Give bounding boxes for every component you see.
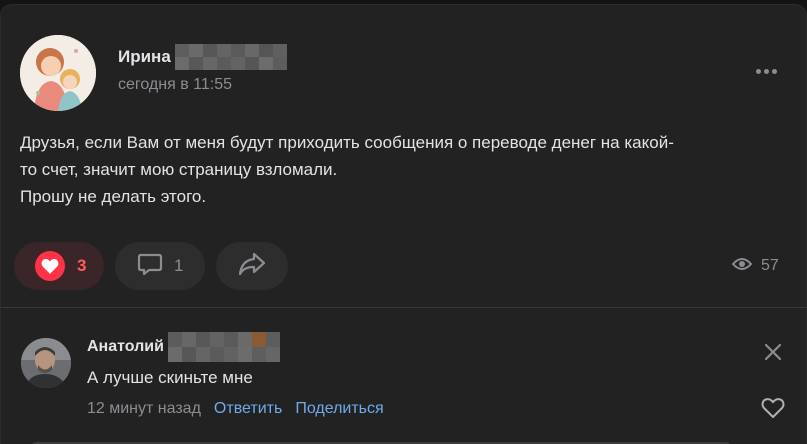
heart-outline-icon[interactable]	[761, 397, 785, 421]
author-avatar[interactable]	[20, 35, 96, 111]
redacted-surname	[167, 332, 280, 362]
reply-link[interactable]: Ответить	[214, 400, 282, 418]
commenter-name[interactable]: Анатолий	[87, 338, 164, 356]
author-name-row: Ирина	[118, 43, 287, 71]
comment-text: А лучше скиньте мне	[87, 368, 253, 387]
post-text: Друзья, если Вам от меня будут приходить…	[20, 133, 674, 206]
comment-button[interactable]: 1	[115, 242, 205, 290]
comment-time[interactable]: 12 минут назад	[87, 400, 201, 418]
commenter-name-row: Анатолий	[87, 332, 280, 362]
share-arrow-icon	[237, 251, 267, 282]
commenter-avatar[interactable]	[21, 338, 71, 388]
share-button[interactable]	[216, 242, 288, 290]
avatar-illustration	[20, 35, 96, 111]
redacted-surname	[174, 44, 287, 70]
author-name[interactable]: Ирина	[118, 47, 171, 67]
like-button[interactable]: 3	[14, 242, 104, 290]
more-options-button[interactable]	[749, 57, 783, 85]
comment-count: 1	[174, 256, 184, 275]
more-horizontal-icon	[755, 68, 761, 74]
divider	[1, 307, 807, 308]
post-time[interactable]: сегодня в 11:55	[118, 76, 232, 94]
heart-icon	[35, 251, 65, 281]
commenter-photo	[21, 338, 71, 388]
close-icon[interactable]	[762, 341, 784, 363]
share-comment-link[interactable]: Поделиться	[295, 400, 383, 418]
more-dot	[763, 68, 769, 74]
post-card: Ирина сегодня в 11:55 Друзья, если Вам о…	[0, 4, 807, 444]
views-counter: 57	[731, 255, 779, 277]
views-count: 57	[761, 257, 779, 274]
comment-meta: 12 минут назад Ответить Поделиться	[87, 400, 384, 418]
like-count: 3	[77, 256, 87, 275]
comment-icon	[136, 250, 164, 283]
more-dot	[771, 68, 777, 74]
eye-icon	[731, 257, 753, 276]
